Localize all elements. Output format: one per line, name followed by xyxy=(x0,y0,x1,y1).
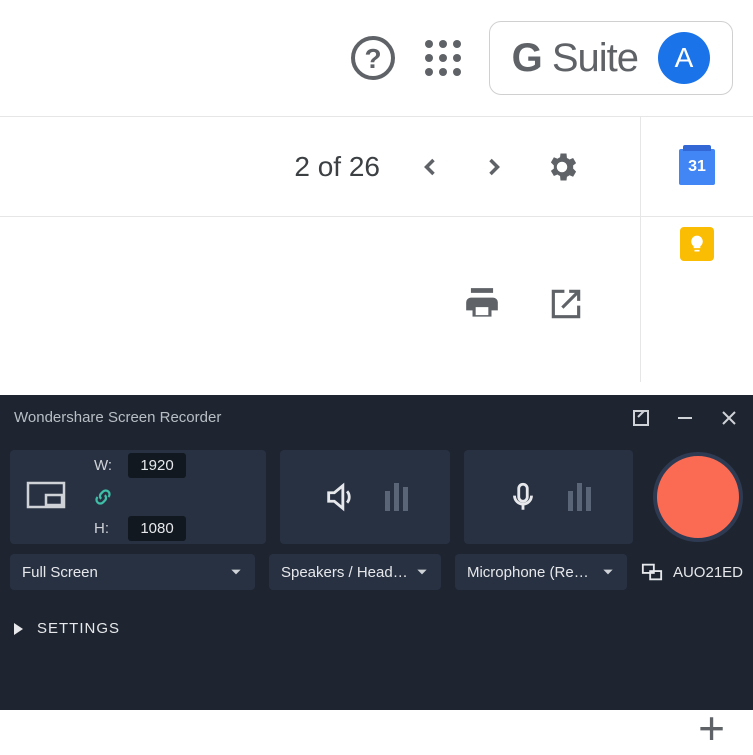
close-icon[interactable] xyxy=(719,408,739,428)
apps-grid-icon[interactable] xyxy=(425,40,461,76)
mic-device-select[interactable]: Microphone (Realtek... xyxy=(455,554,627,590)
help-icon[interactable]: ? xyxy=(349,34,397,82)
display-device[interactable]: AUO21ED xyxy=(641,561,743,583)
link-dimensions-icon[interactable] xyxy=(94,488,112,506)
recorder-title: Wondershare Screen Recorder xyxy=(14,409,221,426)
audio-level-meter xyxy=(385,483,408,511)
popout-icon[interactable] xyxy=(631,408,651,428)
capture-area-select[interactable]: Full Screen xyxy=(10,554,255,590)
svg-text:?: ? xyxy=(364,43,381,74)
recorder-titlebar[interactable]: Wondershare Screen Recorder xyxy=(0,395,753,440)
open-in-new-icon[interactable] xyxy=(547,285,585,323)
print-icon[interactable] xyxy=(463,285,501,323)
settings-toggle[interactable]: SETTINGS xyxy=(0,590,753,637)
next-arrow-icon[interactable] xyxy=(480,153,508,181)
mic-device-value: Microphone (Realtek... xyxy=(467,564,595,581)
chevron-down-icon xyxy=(601,565,615,579)
settings-label: SETTINGS xyxy=(37,620,120,637)
screen-region-icon xyxy=(26,481,66,513)
page-counter: 2 of 26 xyxy=(294,151,380,183)
speaker-icon xyxy=(323,480,357,514)
prev-arrow-icon[interactable] xyxy=(416,153,444,181)
add-plus-icon[interactable]: + xyxy=(698,701,725,755)
toolbar-row xyxy=(0,217,753,382)
audio-device-select[interactable]: Speakers / Headpho... xyxy=(269,554,441,590)
chevron-down-icon xyxy=(415,565,429,579)
keep-icon[interactable] xyxy=(680,227,714,261)
calendar-icon[interactable]: 31 xyxy=(679,149,715,185)
user-avatar[interactable]: A xyxy=(658,32,710,84)
audio-device-value: Speakers / Headpho... xyxy=(281,564,409,581)
display-device-label: AUO21ED xyxy=(673,564,743,581)
width-label: W: xyxy=(94,457,118,474)
settings-gear-icon[interactable] xyxy=(544,149,580,185)
width-value[interactable]: 1920 xyxy=(128,453,186,478)
expand-triangle-icon xyxy=(14,623,23,635)
chevron-down-icon xyxy=(229,565,243,579)
capture-area-value: Full Screen xyxy=(22,564,98,581)
height-value[interactable]: 1080 xyxy=(128,516,186,541)
gsuite-account-switcher[interactable]: G Suite A xyxy=(489,21,733,95)
capture-area-panel[interactable]: W: 1920 H: 1080 xyxy=(10,450,266,544)
record-button[interactable] xyxy=(653,452,743,542)
microphone-panel[interactable] xyxy=(464,450,633,544)
system-audio-panel[interactable] xyxy=(280,450,449,544)
app-header: ? G Suite A xyxy=(0,0,753,117)
pagination-row: 2 of 26 31 xyxy=(0,117,753,217)
minimize-icon[interactable] xyxy=(675,408,695,428)
mic-level-meter xyxy=(568,483,591,511)
side-panel: 31 xyxy=(640,117,753,216)
screen-recorder-window: Wondershare Screen Recorder W: 1920 xyxy=(0,395,753,710)
gsuite-label: G Suite xyxy=(512,36,638,81)
microphone-icon xyxy=(506,480,540,514)
height-label: H: xyxy=(94,520,118,537)
